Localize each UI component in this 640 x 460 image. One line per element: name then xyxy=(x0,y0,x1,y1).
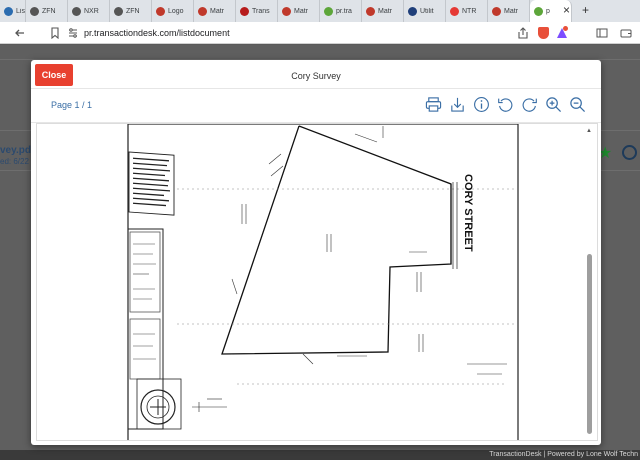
url-input[interactable]: pr.transactiondesk.com/listdocument xyxy=(84,28,230,38)
rotate-right-icon[interactable] xyxy=(521,96,538,113)
survey-document-page: CORY STREET xyxy=(127,124,519,440)
tab-favicon-icon xyxy=(114,6,123,16)
print-icon[interactable] xyxy=(425,96,442,113)
zoom-in-icon[interactable] xyxy=(545,96,562,113)
rotate-left-icon[interactable] xyxy=(497,96,514,113)
browser-tab[interactable]: Matr xyxy=(278,0,320,22)
tab-favicon-icon xyxy=(282,6,291,16)
scrollbar-thumb[interactable] xyxy=(587,254,592,434)
browser-tab[interactable]: Trans xyxy=(236,0,278,22)
document-file-name[interactable]: vey.pdf xyxy=(0,145,34,156)
document-viewer[interactable]: CORY STREET ▲ xyxy=(36,123,598,441)
tab-favicon-icon xyxy=(156,6,165,16)
address-bar: pr.transactiondesk.com/listdocument xyxy=(0,22,640,44)
tab-label: Utilit xyxy=(420,7,434,15)
zoom-out-icon[interactable] xyxy=(569,96,586,113)
tab-label: Matr xyxy=(378,7,392,15)
browser-tab[interactable]: Matr xyxy=(488,0,530,22)
tab-label: Matr xyxy=(504,7,518,15)
tab-label: NTR xyxy=(462,7,477,15)
new-tab-button[interactable]: + xyxy=(582,4,589,16)
wallet-icon[interactable] xyxy=(620,27,632,43)
select-circle[interactable] xyxy=(622,145,637,160)
tab-favicon-icon xyxy=(492,6,501,16)
tab-favicon-icon xyxy=(198,6,207,16)
tab-label: Trans xyxy=(252,7,270,15)
tab-favicon-icon xyxy=(366,6,375,16)
page-footer: TransactionDesk | Powered by Lone Wolf T… xyxy=(0,450,640,460)
tab-favicon-icon xyxy=(534,6,543,16)
scrollbar[interactable]: ▲ xyxy=(586,128,594,438)
browser-tab[interactable]: Listi xyxy=(0,0,26,22)
download-icon[interactable] xyxy=(449,96,466,113)
site-info-icon[interactable] xyxy=(68,27,78,43)
tab-favicon-icon xyxy=(324,6,333,16)
sidebar-icon[interactable] xyxy=(596,27,608,43)
browser-tab[interactable]: NXR xyxy=(68,0,110,22)
tab-list: Listi ZFN NXR ZFN Logo Matr Trans Matr pr.tra Mat… xyxy=(0,0,572,22)
notification-badge xyxy=(563,26,568,31)
scroll-up-icon[interactable]: ▲ xyxy=(586,128,592,134)
browser-tab[interactable]: ZFN xyxy=(26,0,68,22)
tab-favicon-icon xyxy=(72,6,81,16)
browser-tab-strip: Listi ZFN NXR ZFN Logo Matr Trans Matr pr.tra Mat… xyxy=(0,0,640,22)
modal-title: Cory Survey xyxy=(291,71,341,81)
tab-label: Matr xyxy=(210,7,224,15)
browser-tab[interactable]: Utilit xyxy=(404,0,446,22)
viewer-toolbar xyxy=(425,96,586,116)
close-tab-icon[interactable]: × xyxy=(563,4,570,16)
street-label: CORY STREET xyxy=(462,174,474,252)
brave-shield-icon[interactable] xyxy=(538,27,549,39)
tab-label: ZFN xyxy=(126,7,140,15)
browser-tab[interactable]: ZFN xyxy=(110,0,152,22)
browser-tab[interactable]: Matr xyxy=(194,0,236,22)
tab-label: Listi xyxy=(16,7,25,15)
tab-label: NXR xyxy=(84,7,99,15)
share-icon[interactable] xyxy=(517,27,529,43)
tab-label: Logo xyxy=(168,7,184,15)
tab-favicon-icon xyxy=(30,6,39,16)
tab-favicon-icon xyxy=(450,6,459,16)
bookmark-icon[interactable] xyxy=(50,27,60,43)
tab-label: Matr xyxy=(294,7,308,15)
tab-label: ZFN xyxy=(42,7,56,15)
tab-favicon-icon xyxy=(4,6,13,16)
browser-tab[interactable]: Matr xyxy=(362,0,404,22)
document-modal: Close Cory Survey Page 1 / 1 CORY STREET… xyxy=(31,60,601,445)
browser-tab[interactable]: Logo xyxy=(152,0,194,22)
browser-tab[interactable]: pr.tra xyxy=(320,0,362,22)
footer-text: TransactionDesk | Powered by Lone Wolf T… xyxy=(489,451,638,458)
document-date: ed: 6/22 xyxy=(0,157,29,166)
browser-tab[interactable]: NTR xyxy=(446,0,488,22)
tab-label: p xyxy=(546,7,550,15)
tab-favicon-icon xyxy=(408,6,417,16)
divider xyxy=(31,88,601,89)
back-icon[interactable] xyxy=(14,27,26,43)
page-indicator: Page 1 / 1 xyxy=(51,100,93,110)
tab-favicon-icon xyxy=(240,6,249,16)
info-icon[interactable] xyxy=(473,96,490,113)
tab-label: pr.tra xyxy=(336,7,352,15)
